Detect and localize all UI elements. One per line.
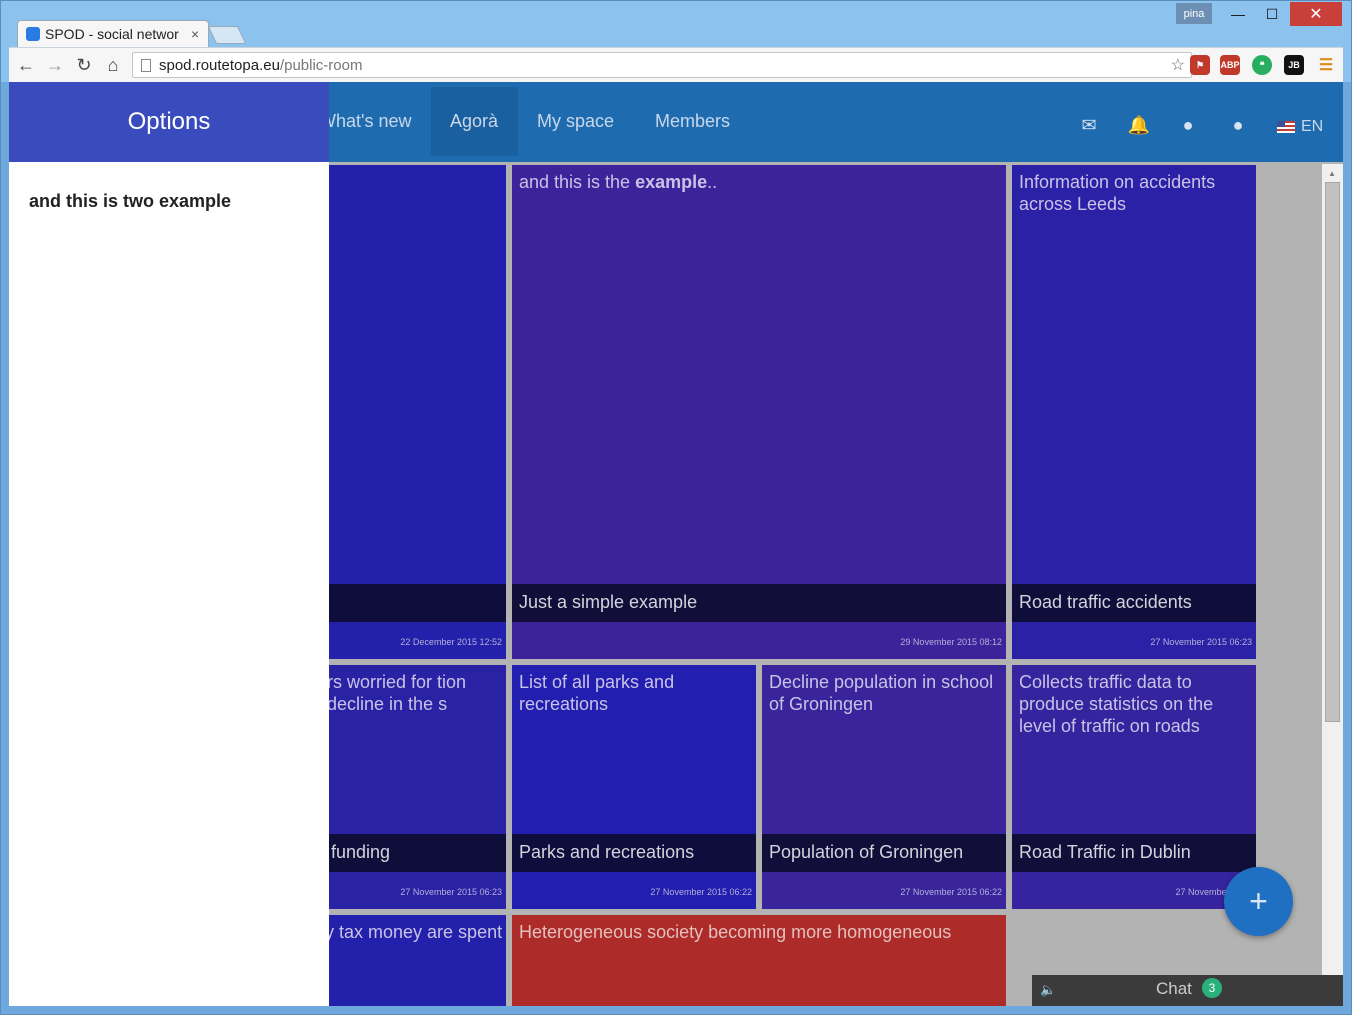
browser-tab[interactable]: SPOD - social networ × — [17, 20, 209, 47]
tile-description: Heterogeneous society becoming more homo… — [519, 922, 952, 942]
tile-description: y tax money are spent — [329, 922, 503, 942]
language-selector[interactable]: EN — [1277, 118, 1323, 136]
profile-icon[interactable]: ● — [1228, 115, 1248, 135]
page-scrollbar[interactable]: ▲ — [1322, 164, 1343, 1006]
add-button[interactable]: + — [1224, 867, 1293, 936]
new-tab-button[interactable] — [207, 26, 247, 44]
tile-name: Parks and recreations — [512, 834, 756, 872]
maximize-button[interactable]: ☐ — [1256, 2, 1288, 26]
nav-whats-new[interactable]: What's new — [319, 111, 411, 132]
scrollbar-thumb[interactable] — [1325, 182, 1340, 722]
nav-my-space[interactable]: My space — [537, 111, 614, 132]
close-window-button[interactable]: ✕ — [1290, 2, 1342, 26]
page-icon — [141, 58, 151, 72]
hangouts-icon[interactable]: ❝ — [1252, 55, 1272, 75]
url-host: spod.routetopa.eu — [159, 56, 280, 74]
url-path: /public-room — [279, 56, 363, 74]
room-tile[interactable]: y tax money are spent — [329, 915, 506, 1006]
browser-chrome: SPOD - social networ × pina — ☐ ✕ ← → ↻ … — [0, 0, 1352, 82]
room-tile[interactable]: Decline population in school of Groninge… — [762, 665, 1006, 909]
chat-count-badge: 3 — [1202, 978, 1222, 998]
back-icon[interactable]: ← — [15, 54, 37, 76]
drawer-option-item[interactable]: and this is two example — [29, 191, 231, 212]
language-label: EN — [1301, 118, 1324, 135]
tile-description: rs worried for tion decline in the s — [329, 672, 467, 714]
home-icon[interactable]: ⌂ — [102, 54, 124, 76]
drawer-title: Options — [127, 108, 211, 135]
tile-name: Road Traffic in Dublin — [1012, 834, 1256, 872]
tile-date: 27 November 2015 06:23 — [1150, 637, 1252, 647]
user-icon[interactable]: ● — [1178, 115, 1198, 135]
forward-icon[interactable]: → — [44, 54, 66, 76]
address-bar[interactable]: spod.routetopa.eu/public-room ☆ — [132, 52, 1192, 78]
browser-toolbar: ← → ↻ ⌂ spod.routetopa.eu/public-room ☆ … — [9, 47, 1343, 82]
tile-date: 27 November 2015 06:22 — [900, 887, 1002, 897]
tab-title: SPOD - social networ — [45, 26, 179, 42]
tile-name — [329, 584, 506, 622]
tile-description: Information on accidents across Leeds — [1019, 172, 1216, 214]
room-tile[interactable]: rs worried for tion decline in the s fun… — [329, 665, 506, 909]
mail-icon[interactable]: ✉ — [1079, 115, 1099, 135]
speaker-icon[interactable]: 🔈 — [1040, 982, 1056, 998]
tile-description: List of all parks and recreations — [519, 672, 675, 714]
tile-description: and this is the example.. — [519, 172, 718, 192]
tile-date: 29 November 2015 08:12 — [900, 637, 1002, 647]
tile-name: Population of Groningen — [762, 834, 1006, 872]
extension-icon[interactable]: ⚑ — [1190, 55, 1210, 75]
nav-members[interactable]: Members — [655, 111, 730, 132]
menu-icon[interactable]: ☰ — [1316, 55, 1336, 75]
minimize-button[interactable]: — — [1222, 2, 1254, 26]
profile-badge[interactable]: pina — [1176, 3, 1212, 24]
us-flag-icon — [1277, 121, 1295, 133]
chat-label: Chat — [1156, 979, 1192, 998]
room-tile[interactable]: Collects traffic data to produce statist… — [1012, 665, 1256, 909]
nav-agora[interactable]: Agorà — [450, 111, 498, 132]
bell-icon[interactable]: 🔔 — [1128, 115, 1150, 135]
tile-name: Just a simple example — [512, 584, 1006, 622]
spod-favicon-icon — [26, 27, 40, 41]
tile-description: Decline population in school of Groninge… — [769, 672, 994, 714]
room-tile[interactable]: Information on accidents across Leeds Ro… — [1012, 165, 1256, 659]
room-tile[interactable]: 22 December 2015 12:52 — [329, 165, 506, 659]
tile-name: Road traffic accidents — [1012, 584, 1256, 622]
room-tile[interactable]: and this is the example.. Just a simple … — [512, 165, 1006, 659]
tile-name: funding — [329, 834, 506, 872]
tile-description: Collects traffic data to produce statist… — [1019, 672, 1214, 736]
drawer-header: Options — [9, 82, 329, 162]
scroll-up-icon[interactable]: ▲ — [1328, 169, 1336, 178]
chat-bar[interactable]: 🔈 Chat 3 — [1032, 975, 1343, 1006]
adblock-icon[interactable]: ABP — [1220, 55, 1240, 75]
bookmark-star-icon[interactable]: ☆ — [1171, 55, 1185, 75]
tab-close-icon[interactable]: × — [191, 26, 199, 42]
tile-date: 22 December 2015 12:52 — [400, 637, 502, 647]
jetbrains-icon[interactable]: JB — [1284, 55, 1304, 75]
page: What's new Agorà My space Members ✉ 🔔 ● … — [9, 82, 1343, 1006]
tile-date: 27 November 2015 06:22 — [650, 887, 752, 897]
options-drawer: Options and this is two example — [9, 82, 329, 1006]
room-tile[interactable]: List of all parks and recreations Parks … — [512, 665, 756, 909]
reload-icon[interactable]: ↻ — [73, 54, 95, 76]
tile-date: 27 November 2015 06:23 — [400, 887, 502, 897]
room-tile[interactable]: Heterogeneous society becoming more homo… — [512, 915, 1006, 1006]
